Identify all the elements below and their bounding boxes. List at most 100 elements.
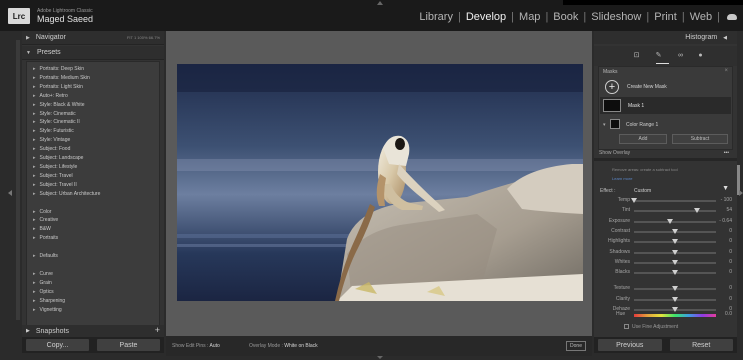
add-mask-button[interactable]: Add xyxy=(619,134,667,144)
collapse-bottom-arrow-icon[interactable] xyxy=(377,356,383,359)
slider-track[interactable] xyxy=(634,208,716,214)
preset-item[interactable]: ▸ Defaults xyxy=(33,253,58,259)
preset-item[interactable]: ▸ Style: Vintage xyxy=(33,137,70,143)
preset-item[interactable]: ▸ Subject: Food xyxy=(33,146,70,152)
preset-item[interactable]: ▸ Style: Black & White xyxy=(33,102,85,108)
slider-shadows[interactable]: Shadows 0 xyxy=(594,249,737,257)
overlay-mode-value[interactable]: White on Black xyxy=(284,343,317,349)
preset-item[interactable]: ▸ Sharpening xyxy=(33,298,65,304)
preset-item[interactable]: ▸ Grain xyxy=(33,280,52,286)
module-web[interactable]: Web xyxy=(690,11,712,23)
slider-highlights[interactable]: Highlights 0 xyxy=(594,238,737,246)
chevron-down-icon[interactable]: ▾ xyxy=(603,122,606,128)
slider-value[interactable]: 54 xyxy=(726,207,732,213)
add-icon[interactable]: + xyxy=(605,80,619,94)
collapse-top-arrow-icon[interactable] xyxy=(377,1,383,5)
hue-slider[interactable] xyxy=(634,314,716,317)
slider-value[interactable]: 0 xyxy=(729,228,732,234)
slider-track[interactable] xyxy=(634,218,716,224)
previous-button[interactable]: Previous xyxy=(598,339,662,351)
preset-item[interactable]: ▸ Color xyxy=(33,209,51,215)
slider-value[interactable]: - 100 xyxy=(721,197,732,203)
module-print[interactable]: Print xyxy=(654,11,677,23)
learn-more-link[interactable]: Learn more xyxy=(612,176,632,181)
slider-blacks[interactable]: Blacks 0 xyxy=(594,269,737,277)
preset-item[interactable]: ▸ Optics xyxy=(33,289,54,295)
slider-whites[interactable]: Whites 0 xyxy=(594,259,737,267)
copy-button[interactable]: Copy... xyxy=(26,339,89,351)
paste-button[interactable]: Paste xyxy=(97,339,160,351)
module-map[interactable]: Map xyxy=(519,11,540,23)
preset-item[interactable]: ▸ Style: Cinematic II xyxy=(33,119,80,125)
preset-item[interactable]: ▸ Subject: Urban Architecture xyxy=(33,191,100,197)
slider-thumb[interactable] xyxy=(672,296,678,302)
overlay-mode[interactable]: Overlay Mode : White on Black xyxy=(249,343,318,349)
mask-1-row[interactable]: Mask 1 xyxy=(600,97,731,114)
done-button[interactable]: Done xyxy=(566,341,586,351)
image-canvas[interactable] xyxy=(166,31,592,336)
show-edit-pins-value[interactable]: Auto xyxy=(210,343,220,349)
slider-thumb[interactable] xyxy=(694,208,701,214)
navigator-header[interactable]: ▶ Navigator FIT 1 100% 66.7% xyxy=(22,31,164,45)
preset-item[interactable]: ▸ Portraits: Deep Skin xyxy=(33,66,84,72)
preset-item[interactable]: ▸ Subject: Landscape xyxy=(33,155,83,161)
slider-tint[interactable]: Tint 54 xyxy=(594,207,737,215)
module-develop[interactable]: Develop xyxy=(466,11,506,23)
slider-track[interactable] xyxy=(631,198,716,203)
slider-track[interactable] xyxy=(634,270,716,276)
module-book[interactable]: Book xyxy=(553,11,578,23)
slider-value[interactable]: 0 xyxy=(729,285,732,291)
fine-adjustment-checkbox[interactable]: Use Fine Adjustment xyxy=(624,324,678,330)
slider-clarity[interactable]: Clarity 0 xyxy=(594,296,737,304)
slider-thumb[interactable] xyxy=(672,270,678,276)
preset-item[interactable]: ▸ Vignetting xyxy=(33,307,62,313)
slider-temp[interactable]: Temp - 100 xyxy=(594,197,737,205)
preset-item[interactable]: ▸ Portraits xyxy=(33,235,58,241)
slider-thumb[interactable] xyxy=(672,307,678,312)
slider-track[interactable] xyxy=(634,296,716,302)
masking-tool-icon[interactable]: ● xyxy=(696,51,705,60)
reset-button[interactable]: Reset xyxy=(669,339,733,351)
collapse-right-arrow-icon[interactable] xyxy=(739,190,743,196)
preset-item[interactable]: ▸ Subject: Travel xyxy=(33,173,73,179)
module-slideshow[interactable]: Slideshow xyxy=(591,11,641,23)
snapshots-header[interactable]: ▶ Snapshots xyxy=(22,325,164,337)
preset-item[interactable]: ▸ Curve xyxy=(33,271,53,277)
slider-value[interactable]: 0 xyxy=(729,249,732,255)
chevron-down-icon[interactable]: ▼ xyxy=(722,185,729,192)
effect-dropdown[interactable]: Custom xyxy=(634,188,651,194)
create-new-mask-button[interactable]: Create New Mask xyxy=(627,84,667,90)
module-library[interactable]: Library xyxy=(419,11,453,23)
healing-tool-icon[interactable]: ✎ xyxy=(654,51,663,60)
slider-value[interactable]: 0 xyxy=(729,269,732,275)
show-overlay-row[interactable]: Show Overlay ••• xyxy=(594,148,737,158)
show-edit-pins[interactable]: Show Edit Pins : Auto xyxy=(172,343,220,349)
slider-track[interactable] xyxy=(634,286,716,292)
hue-value[interactable]: 0.0 xyxy=(725,311,732,317)
collapse-left-arrow-icon[interactable] xyxy=(8,190,12,196)
photo-langur-on-rock[interactable] xyxy=(177,64,583,301)
subtract-mask-button[interactable]: Subtract xyxy=(672,134,728,144)
slider-thumb[interactable] xyxy=(667,218,674,224)
slider-exposure[interactable]: Exposure - 0.64 xyxy=(594,218,737,226)
slider-track[interactable] xyxy=(634,228,716,234)
preset-item[interactable]: ▸ Portraits: Medium Skin xyxy=(33,75,90,81)
color-range-1-label[interactable]: Color Range 1 xyxy=(626,122,658,128)
slider-value[interactable]: 0 xyxy=(729,259,732,265)
slider-thumb[interactable] xyxy=(631,198,637,203)
slider-track[interactable] xyxy=(634,239,716,245)
slider-value[interactable]: 0 xyxy=(729,238,732,244)
cloud-icon[interactable] xyxy=(727,14,737,20)
preset-item[interactable]: ▸ Subject: Travel II xyxy=(33,182,77,188)
red-eye-tool-icon[interactable]: ∞ xyxy=(676,51,685,60)
crop-tool-icon[interactable]: ⊡ xyxy=(632,51,641,60)
preset-item[interactable]: ▸ B&W xyxy=(33,226,51,232)
close-icon[interactable]: × xyxy=(724,68,728,74)
left-scrollbar[interactable] xyxy=(16,40,20,320)
slider-track[interactable] xyxy=(634,259,716,265)
preset-item[interactable]: ▸ Style: Cinematic xyxy=(33,111,76,117)
slider-thumb[interactable] xyxy=(672,249,678,255)
slider-thumb[interactable] xyxy=(672,239,678,245)
slider-thumb[interactable] xyxy=(672,259,678,265)
navigator-zoom-levels[interactable]: FIT 1 100% 66.7% xyxy=(127,35,160,40)
